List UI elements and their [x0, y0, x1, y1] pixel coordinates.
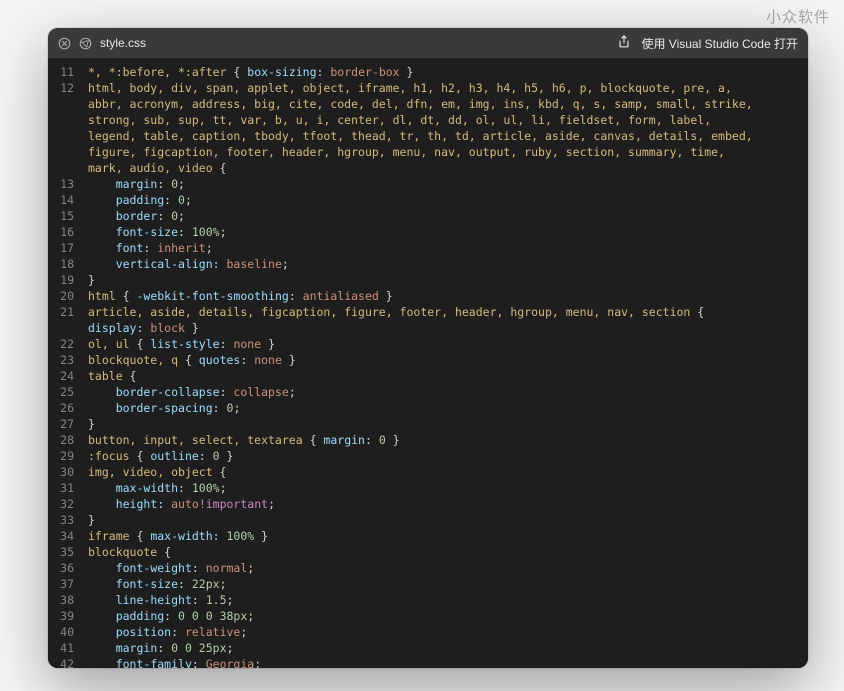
open-with-button[interactable]: 使用 Visual Studio Code 打开	[641, 35, 798, 52]
titlebar: style.css 使用 Visual Studio Code 打开	[48, 28, 808, 58]
close-icon[interactable]	[58, 37, 71, 50]
share-icon[interactable]	[617, 35, 631, 52]
watermark-text: 小众软件	[766, 6, 830, 27]
code-content: *, *:before, *:after { box-sizing: borde…	[82, 58, 808, 668]
line-number-gutter: 1112131415161718192021222324252627282930…	[48, 58, 82, 668]
quicklook-window: style.css 使用 Visual Studio Code 打开 11121…	[48, 28, 808, 668]
code-editor[interactable]: 1112131415161718192021222324252627282930…	[48, 58, 808, 668]
fullscreen-icon[interactable]	[79, 37, 92, 50]
window-title: style.css	[100, 36, 146, 50]
